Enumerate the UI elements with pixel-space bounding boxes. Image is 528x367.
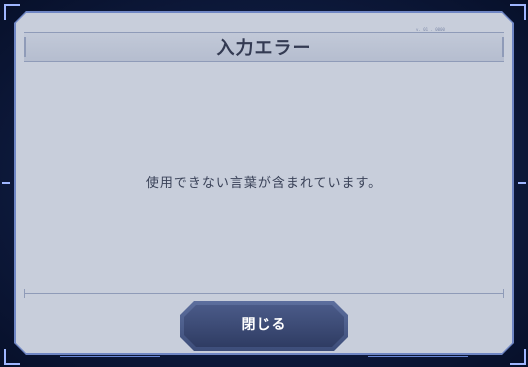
bottom-rail-right bbox=[368, 356, 468, 357]
close-button-label: 閉じる bbox=[241, 317, 287, 333]
error-message: 使用できない言葉が含まれています。 bbox=[145, 176, 383, 191]
version-code: v. 01 . 0000 bbox=[416, 27, 445, 32]
frame-corner-icon bbox=[4, 349, 20, 365]
frame-corner-icon bbox=[510, 349, 526, 365]
frame-corner-icon bbox=[510, 4, 526, 20]
dialog-backdrop: 入力エラー v. 01 . 0000 使用できない言葉が含まれています。 閉じる bbox=[0, 0, 528, 367]
close-button[interactable]: 閉じる bbox=[180, 301, 348, 351]
bottom-rail-left bbox=[60, 356, 160, 357]
frame-corner-icon bbox=[4, 4, 20, 20]
footer-divider bbox=[24, 289, 504, 298]
dialog-title: 入力エラー bbox=[216, 38, 312, 59]
